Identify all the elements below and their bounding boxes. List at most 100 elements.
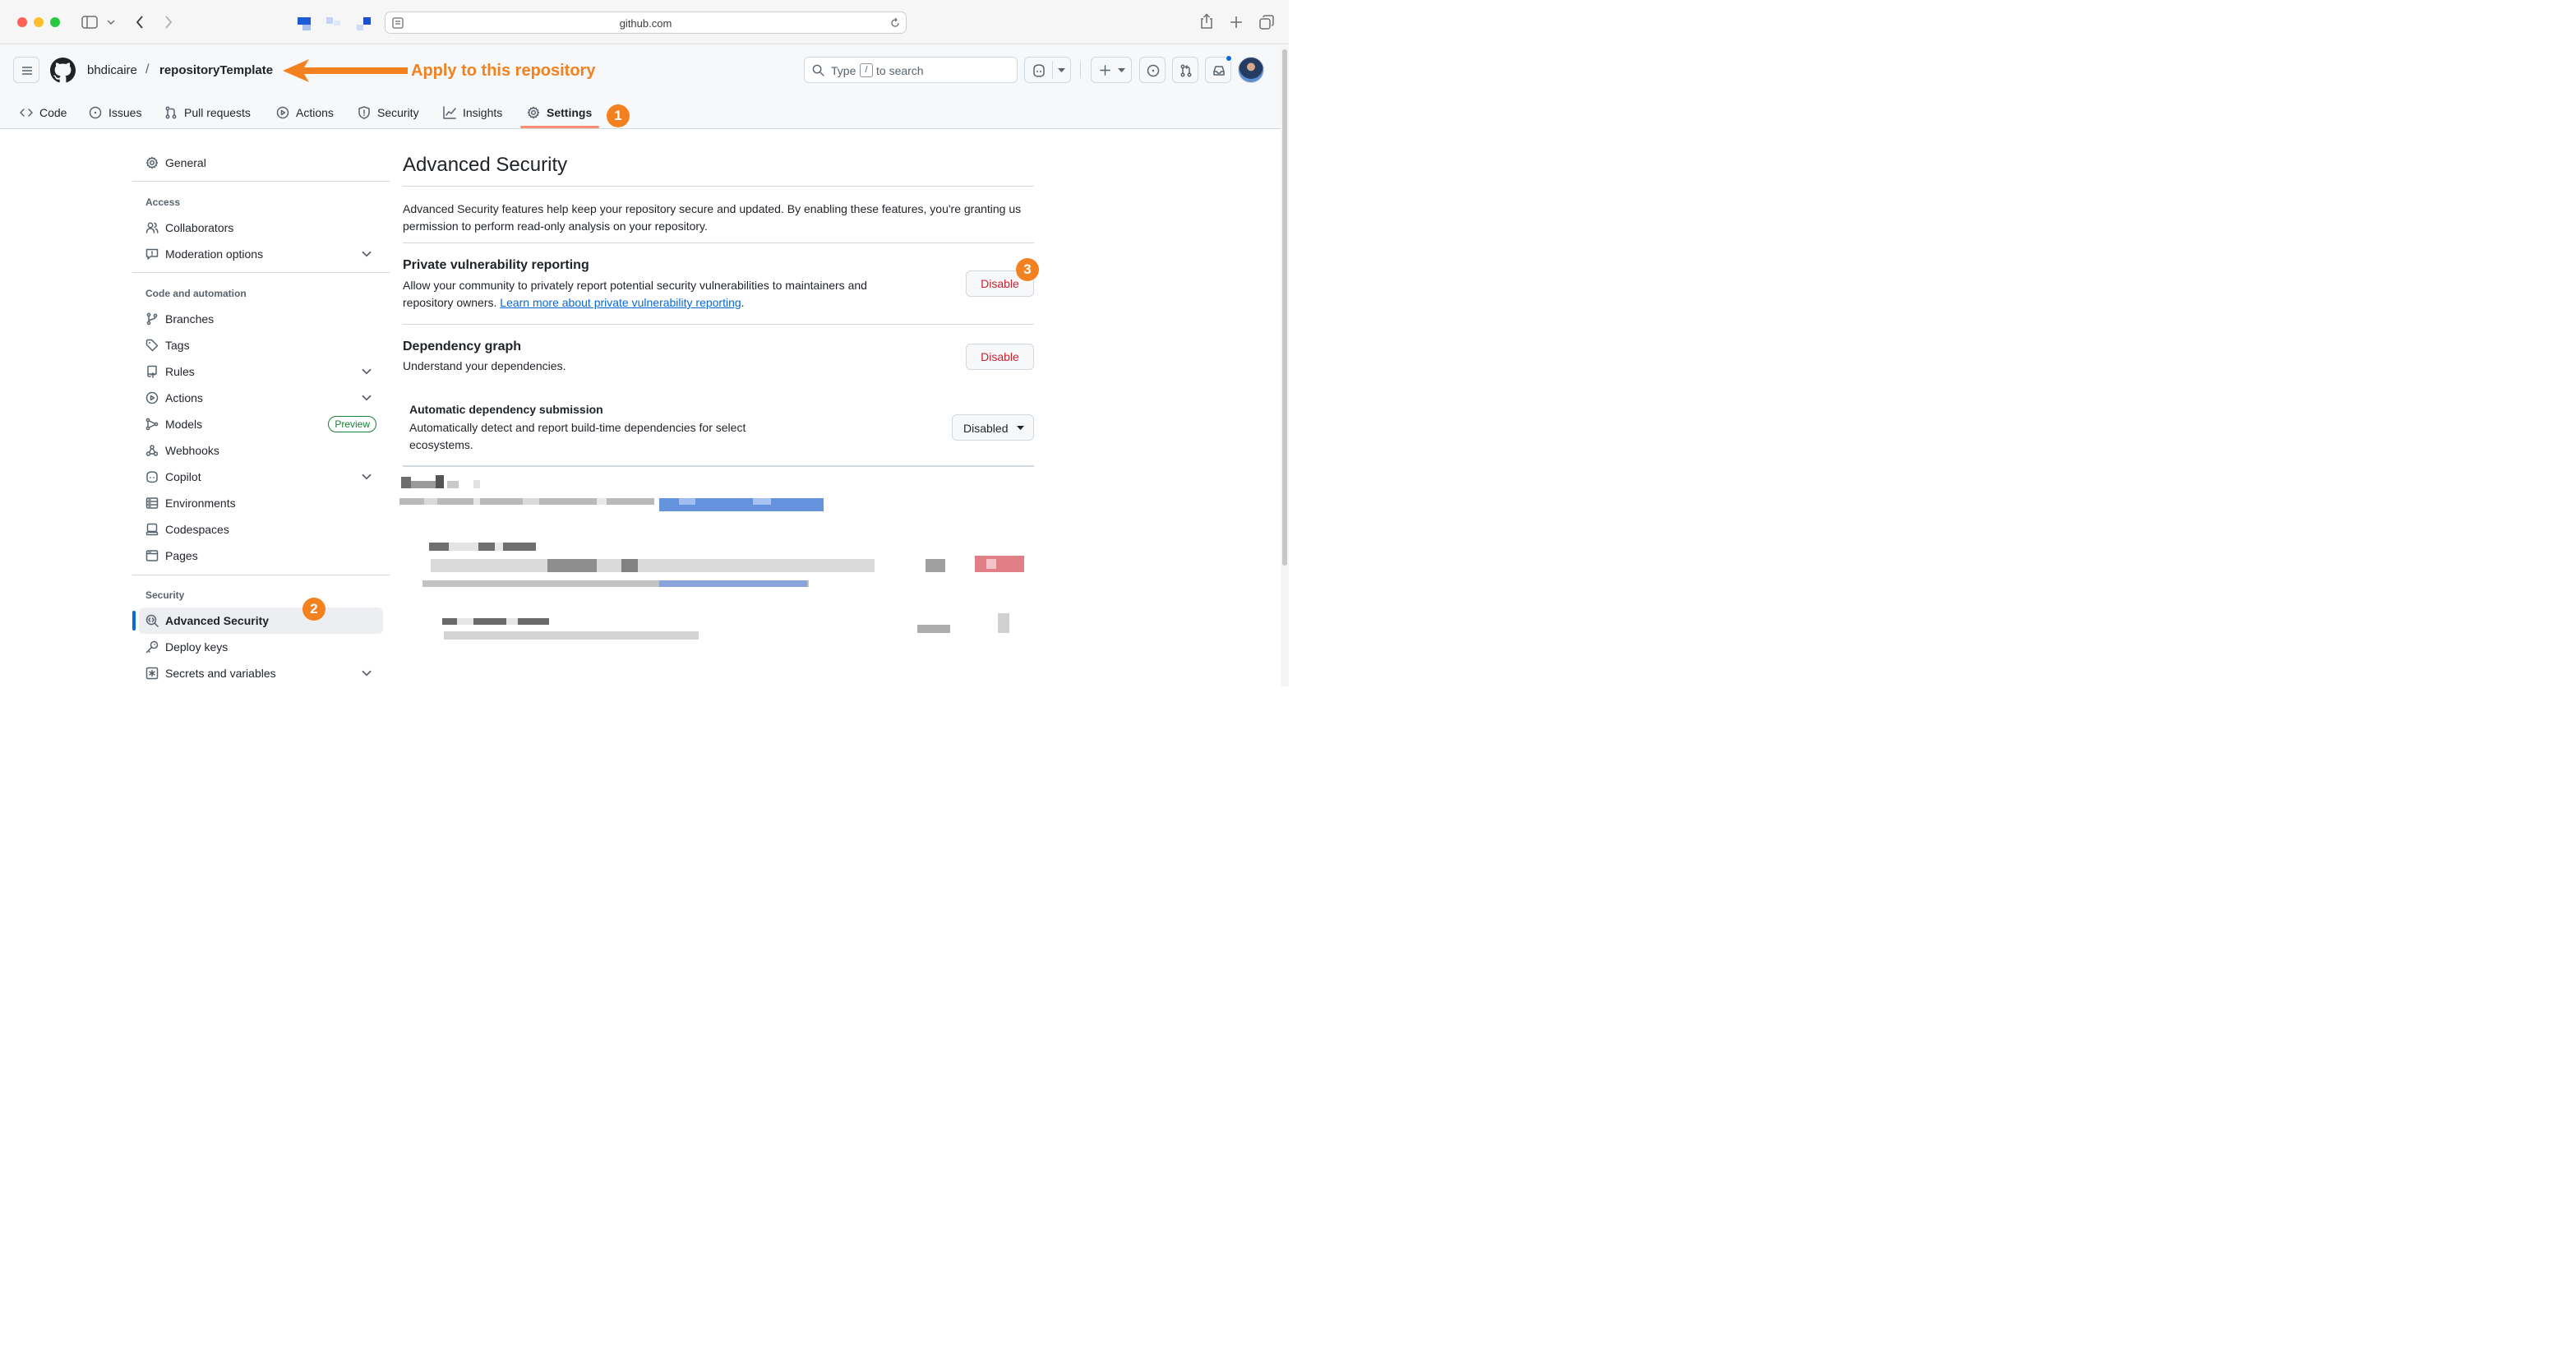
- sidebar-item-codespaces[interactable]: Codespaces: [145, 521, 380, 538]
- sidebar-item-general[interactable]: General: [145, 155, 380, 171]
- pixelated-region: [399, 474, 1041, 654]
- pull-requests-button[interactable]: [1172, 57, 1198, 83]
- sidebar-item-deploy-keys[interactable]: Deploy keys: [145, 639, 380, 655]
- sidebar-item-collaborators[interactable]: Collaborators: [145, 219, 380, 236]
- github-logo-icon[interactable]: [50, 58, 76, 83]
- sidebar-item-pages[interactable]: Pages: [145, 547, 380, 564]
- key-icon: [145, 640, 159, 654]
- title-divider: [403, 186, 1034, 187]
- sidebar-item-label: Pages: [165, 549, 198, 562]
- inbox-icon: [1213, 66, 1225, 76]
- sidebar-item-label: Branches: [165, 312, 215, 326]
- depgraph-disable-button[interactable]: Disable: [966, 344, 1034, 370]
- pvr-description: Allow your community to privately report…: [403, 277, 904, 312]
- scrollbar-thumb[interactable]: [1282, 49, 1287, 566]
- tab-label: Code: [39, 106, 67, 119]
- chevron-down-icon[interactable]: [360, 247, 373, 261]
- tab-code[interactable]: Code: [20, 104, 67, 121]
- sidebar-item-label: Actions: [165, 391, 203, 404]
- inbox-button[interactable]: [1205, 55, 1232, 83]
- branch-icon: [146, 312, 158, 326]
- sidebar-item-branches[interactable]: Branches: [145, 311, 380, 327]
- sidebar-heading-security: Security: [145, 589, 185, 601]
- tab-security[interactable]: Security: [358, 104, 419, 121]
- sidebar-item-models[interactable]: Models Preview: [145, 416, 380, 432]
- autosub-dropdown-value: Disabled: [963, 422, 1009, 435]
- section-divider: [403, 324, 1034, 325]
- autosub-dropdown[interactable]: Disabled: [952, 414, 1034, 441]
- repo-name-link[interactable]: repositoryTemplate: [159, 63, 273, 77]
- reload-icon[interactable]: [889, 17, 901, 29]
- tab-overview-icon[interactable]: [1259, 15, 1274, 30]
- copilot-icon: [146, 471, 158, 483]
- sidebar-item-copilot[interactable]: Copilot: [145, 469, 380, 485]
- chevron-down-icon[interactable]: [360, 667, 373, 680]
- minimize-window-button[interactable]: [34, 17, 44, 27]
- shield-icon: [358, 106, 370, 119]
- autosub-description: Automatically detect and report build-ti…: [409, 421, 746, 451]
- forward-icon[interactable]: [164, 15, 173, 30]
- sidebar-item-label: Tags: [165, 339, 190, 352]
- annotation-badge-2: 2: [302, 598, 325, 621]
- tab-label: Settings: [547, 106, 593, 119]
- sidebar-item-advanced-security[interactable]: Advanced Security: [145, 612, 380, 629]
- create-new-button[interactable]: [1091, 57, 1132, 83]
- new-tab-icon[interactable]: [1230, 16, 1243, 29]
- chevron-down-icon[interactable]: [107, 19, 115, 25]
- repo-path-separator: /: [145, 62, 150, 76]
- sidebar-item-secrets-variables[interactable]: Secrets and variables: [145, 665, 380, 681]
- tab-actions[interactable]: Actions: [276, 104, 334, 121]
- tab-settings[interactable]: Settings: [527, 104, 592, 121]
- chevron-down-icon[interactable]: [360, 470, 373, 483]
- key-asterisk-icon: [145, 667, 159, 680]
- play-icon: [145, 391, 159, 404]
- back-icon[interactable]: [135, 15, 145, 30]
- sidebar-item-label: Models: [165, 418, 203, 431]
- sidebar-toggle-icon[interactable]: [81, 16, 98, 29]
- sidebar-item-tags[interactable]: Tags: [145, 337, 380, 353]
- sidebar-item-label: Copilot: [165, 470, 201, 483]
- tab-issues[interactable]: Issues: [89, 104, 141, 121]
- webhook-icon: [145, 445, 159, 456]
- repo-owner-link[interactable]: bhdicaire: [87, 63, 137, 77]
- sidebar-item-actions[interactable]: Actions: [145, 390, 380, 406]
- sidebar-item-rules[interactable]: Rules: [145, 363, 380, 380]
- sidebar-item-environments[interactable]: Environments: [145, 495, 380, 511]
- tab-label: Actions: [296, 106, 334, 119]
- pull-request-icon: [165, 106, 177, 119]
- tab-label: Issues: [108, 106, 142, 119]
- zoom-window-button[interactable]: [50, 17, 60, 27]
- preview-badge: Preview: [328, 416, 376, 432]
- sidebar-item-moderation-options[interactable]: Moderation options: [145, 246, 380, 262]
- close-window-button[interactable]: [17, 17, 27, 27]
- server-icon: [145, 497, 159, 509]
- issues-button[interactable]: [1139, 57, 1166, 83]
- chevron-down-icon[interactable]: [360, 365, 373, 378]
- plus-icon: [1100, 65, 1110, 76]
- tab-insights[interactable]: Insights: [443, 104, 502, 121]
- page-title: Advanced Security: [403, 154, 568, 176]
- graph-icon: [443, 106, 456, 119]
- tab-favicon-group[interactable]: [296, 16, 374, 31]
- search-shortcut-key: /: [860, 63, 873, 77]
- pvr-learn-more-link[interactable]: Learn more about private vulnerability r…: [500, 296, 741, 309]
- global-menu-button[interactable]: [13, 57, 39, 83]
- repo-push-icon: [147, 365, 157, 378]
- sidebar-item-label: Secrets and variables: [165, 667, 276, 680]
- search-icon: [812, 64, 824, 76]
- chevron-down-icon: [1017, 426, 1024, 430]
- codescan-icon: [145, 614, 159, 627]
- sidebar-item-label: Webhooks: [165, 444, 219, 457]
- models-icon: [145, 418, 159, 431]
- codespaces-icon: [145, 523, 159, 536]
- search-prefix: Type: [831, 64, 856, 77]
- avatar[interactable]: [1238, 57, 1264, 83]
- chevron-down-icon: [1058, 68, 1065, 72]
- tab-pull-requests[interactable]: Pull requests: [164, 104, 251, 121]
- chevron-down-icon[interactable]: [360, 391, 373, 404]
- search-input[interactable]: Type / to search: [804, 57, 1018, 83]
- copilot-button[interactable]: [1024, 57, 1071, 83]
- address-bar[interactable]: github.com: [385, 12, 907, 34]
- sidebar-item-webhooks[interactable]: Webhooks: [145, 442, 380, 459]
- share-icon[interactable]: [1199, 13, 1214, 30]
